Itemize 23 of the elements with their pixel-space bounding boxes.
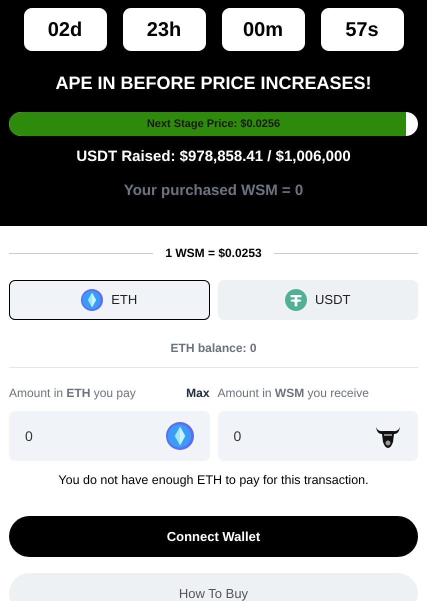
- balance-text: ETH balance: 0: [169, 340, 258, 357]
- countdown-box: 00m: [222, 8, 304, 51]
- ethereum-icon: [166, 422, 194, 450]
- countdown-box: 57s: [320, 8, 404, 51]
- how-to-buy-button[interactable]: How To Buy: [9, 572, 418, 601]
- pay-input[interactable]: 0: [9, 411, 210, 461]
- countdown-box: 23h: [122, 8, 206, 51]
- currency-tab[interactable]: USDT: [218, 280, 418, 320]
- purchased-amount: Your purchased WSM = 0: [124, 180, 304, 200]
- raised-amount: USDT Raised: $978,858.41 / $1,006,000: [76, 147, 351, 167]
- pay-label: Amount in ETH you pay: [9, 385, 136, 402]
- receive-input[interactable]: 0: [218, 411, 418, 461]
- headline: APE IN BEFORE PRICE INCREASES!: [55, 72, 372, 95]
- exchange-rate: 1 WSM = $0.0253: [165, 245, 262, 262]
- progress-label: Next Stage Price: $0.0256: [146, 116, 280, 132]
- receive-label: Amount in WSM you receive: [218, 386, 369, 400]
- connect-wallet-button[interactable]: Connect Wallet: [9, 516, 418, 557]
- ethereum-icon: [81, 289, 104, 311]
- currency-tab[interactable]: ETH: [9, 280, 210, 320]
- countdown-box: 02d: [24, 8, 106, 51]
- max-link[interactable]: Max: [186, 384, 210, 402]
- warning-text: You do not have enough ETH to pay for this transaction.: [57, 472, 370, 489]
- tether-icon: [285, 289, 308, 311]
